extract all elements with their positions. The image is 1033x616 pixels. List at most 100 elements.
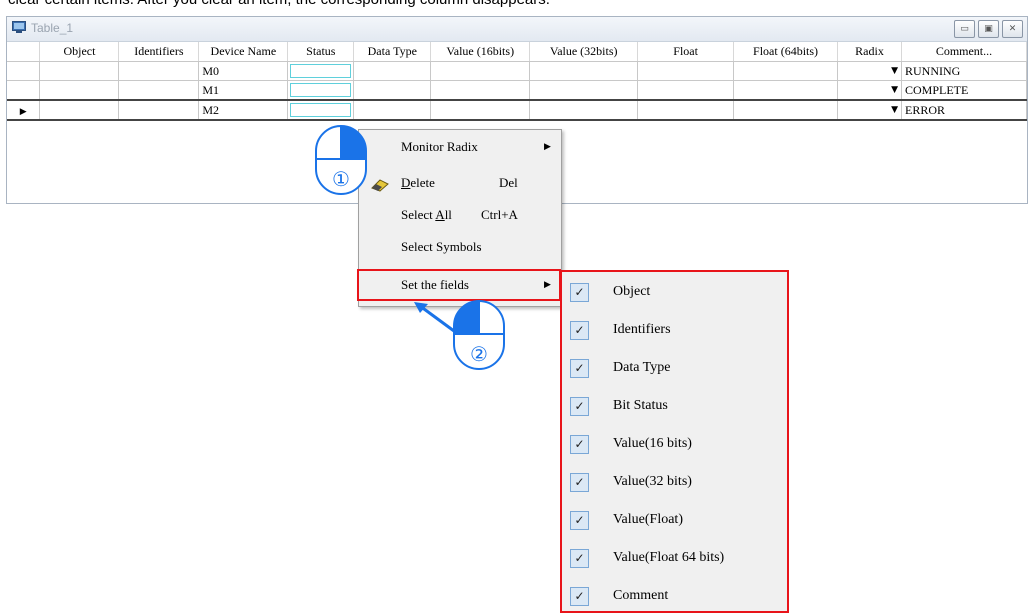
menu-item-label: Monitor Radix <box>401 139 478 154</box>
dropdown-arrow-icon[interactable]: ▼ <box>891 66 898 76</box>
column-header-comment[interactable]: Comment... <box>901 42 1028 62</box>
menu-item-shortcut: Del <box>499 175 518 190</box>
status-cell[interactable] <box>287 61 355 81</box>
status-indicator <box>290 64 352 78</box>
column-header-radix[interactable]: Radix <box>837 42 902 62</box>
table-row[interactable]: M1 ▼ COMPLETE <box>7 80 1028 101</box>
check-icon[interactable]: ✓ <box>570 283 589 302</box>
field-toggle-value-16[interactable]: ✓ Value(16 bits) <box>562 426 787 464</box>
identifiers-cell[interactable] <box>118 61 200 81</box>
minimize-button[interactable]: ▭ <box>954 20 975 38</box>
check-icon[interactable]: ✓ <box>570 321 589 340</box>
radix-cell[interactable]: ▼ <box>837 99 902 121</box>
status-cell[interactable] <box>287 80 355 101</box>
table-row[interactable]: ▶ M2 ▼ ERROR <box>7 99 1028 121</box>
check-icon[interactable]: ✓ <box>570 587 589 606</box>
step-1-label: ① <box>332 167 350 191</box>
check-icon[interactable]: ✓ <box>570 549 589 568</box>
step-2-label: ② <box>470 342 488 366</box>
check-icon[interactable]: ✓ <box>570 473 589 492</box>
field-toggle-data-type[interactable]: ✓ Data Type <box>562 350 787 388</box>
field-toggle-bit-status[interactable]: ✓ Bit Status <box>562 388 787 426</box>
identifiers-cell[interactable] <box>118 99 200 121</box>
value-32-cell[interactable] <box>529 80 639 101</box>
field-toggle-value-float-64[interactable]: ✓ Value(Float 64 bits) <box>562 540 787 578</box>
identifiers-cell[interactable] <box>118 80 200 101</box>
column-header-value-32[interactable]: Value (32bits) <box>529 42 639 62</box>
row-header[interactable]: ▶ <box>7 99 41 121</box>
data-type-cell[interactable] <box>353 61 432 81</box>
column-header-float-64[interactable]: Float (64bits) <box>733 42 839 62</box>
dropdown-arrow-icon[interactable]: ▼ <box>891 85 898 95</box>
field-toggle-identifiers[interactable]: ✓ Identifiers <box>562 312 787 350</box>
dropdown-arrow-icon[interactable]: ▼ <box>891 105 898 115</box>
field-label: Value(32 bits) <box>613 474 692 489</box>
float-cell[interactable] <box>637 99 735 121</box>
float-cell[interactable] <box>637 80 735 101</box>
restore-button[interactable]: ▣ <box>978 20 999 38</box>
float-64-cell[interactable] <box>733 99 839 121</box>
menu-item-select-all[interactable]: Select All Ctrl+A <box>359 201 561 229</box>
object-cell[interactable] <box>39 99 120 121</box>
float-64-cell[interactable] <box>733 61 839 81</box>
status-indicator <box>290 83 352 97</box>
device-name-cell[interactable]: M2 <box>198 99 289 121</box>
comment-cell[interactable]: RUNNING <box>901 61 1028 81</box>
object-cell[interactable] <box>39 80 120 101</box>
value-32-cell[interactable] <box>529 61 639 81</box>
mouse-left-click-icon: ② <box>453 300 505 370</box>
float-cell[interactable] <box>637 61 735 81</box>
check-icon[interactable]: ✓ <box>570 435 589 454</box>
value-16-cell[interactable] <box>430 61 531 81</box>
field-label: Object <box>613 284 651 299</box>
value-16-cell[interactable] <box>430 80 531 101</box>
submenu-arrow-icon: ▶ <box>544 142 551 152</box>
check-icon[interactable]: ✓ <box>570 397 589 416</box>
set-fields-submenu: ✓ Object ✓ Identifiers ✓ Data Type ✓ Bit… <box>560 270 789 613</box>
column-header-data-type[interactable]: Data Type <box>353 42 432 62</box>
field-toggle-object[interactable]: ✓ Object <box>562 274 787 312</box>
value-16-cell[interactable] <box>430 99 531 121</box>
field-label: Comment <box>613 588 669 603</box>
comment-cell[interactable]: ERROR <box>901 99 1028 121</box>
column-header-value-16[interactable]: Value (16bits) <box>430 42 531 62</box>
data-type-cell[interactable] <box>353 99 432 121</box>
menu-item-shortcut: Ctrl+A <box>481 207 518 222</box>
column-header-float[interactable]: Float <box>637 42 735 62</box>
field-toggle-comment[interactable]: ✓ Comment <box>562 578 787 616</box>
check-icon[interactable]: ✓ <box>570 359 589 378</box>
comment-cell[interactable]: COMPLETE <box>901 80 1028 101</box>
field-toggle-value-float[interactable]: ✓ Value(Float) <box>562 502 787 540</box>
monitor-table-icon <box>12 21 26 33</box>
field-label: Data Type <box>613 360 671 375</box>
window-titlebar: Table_1 ▭ ▣ ✕ <box>7 17 1027 42</box>
value-32-cell[interactable] <box>529 99 639 121</box>
table-row[interactable]: M0 ▼ RUNNING <box>7 61 1028 81</box>
row-header-corner <box>7 42 41 62</box>
row-header[interactable] <box>7 80 41 101</box>
column-header-object[interactable]: Object <box>39 42 120 62</box>
field-toggle-value-32[interactable]: ✓ Value(32 bits) <box>562 464 787 502</box>
window-title: Table_1 <box>31 21 74 35</box>
column-header-status[interactable]: Status <box>287 42 355 62</box>
field-label: Value(Float) <box>613 512 683 527</box>
radix-cell[interactable]: ▼ <box>837 80 902 101</box>
object-cell[interactable] <box>39 61 120 81</box>
data-type-cell[interactable] <box>353 80 432 101</box>
menu-item-monitor-radix[interactable]: Monitor Radix ▶ <box>359 133 561 161</box>
menu-item-label: Select All <box>401 207 452 222</box>
check-icon[interactable]: ✓ <box>570 511 589 530</box>
column-header-device-name[interactable]: Device Name <box>198 42 289 62</box>
status-cell[interactable] <box>287 99 355 121</box>
row-header[interactable] <box>7 61 41 81</box>
device-name-cell[interactable]: M0 <box>198 61 289 81</box>
menu-item-delete[interactable]: Delete Del <box>359 169 561 197</box>
float-64-cell[interactable] <box>733 80 839 101</box>
mouse-right-click-icon: ① <box>315 125 367 195</box>
caption-text: clear certain items. After you clear an … <box>8 0 550 8</box>
menu-item-select-symbols[interactable]: Select Symbols <box>359 233 561 261</box>
column-header-identifiers[interactable]: Identifiers <box>118 42 200 62</box>
close-button[interactable]: ✕ <box>1002 20 1023 38</box>
device-name-cell[interactable]: M1 <box>198 80 289 101</box>
radix-cell[interactable]: ▼ <box>837 61 902 81</box>
